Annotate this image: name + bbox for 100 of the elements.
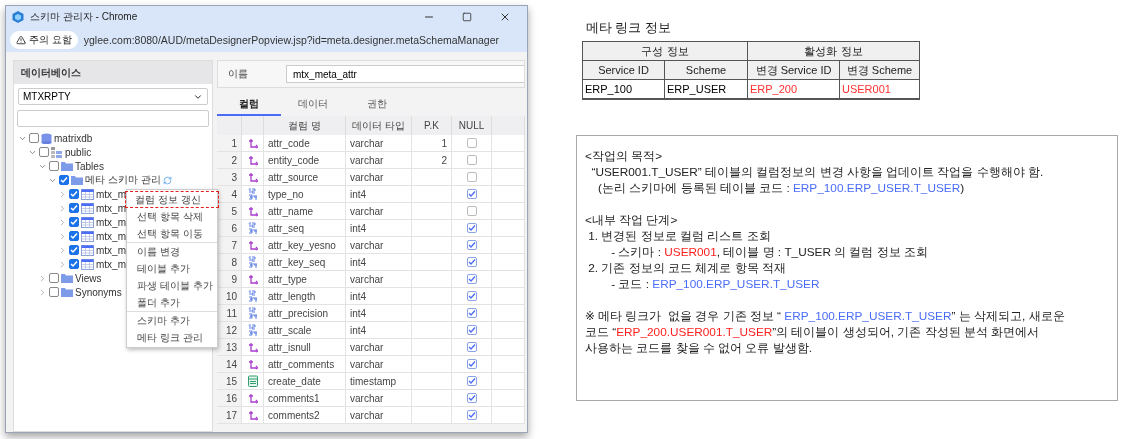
null-checkbox[interactable] [466, 376, 477, 386]
tree-checkbox[interactable] [39, 147, 49, 157]
menu-item[interactable]: 폴더 추가 [127, 294, 217, 311]
menu-item[interactable]: 메타 링크 관리 [127, 329, 217, 346]
null-checkbox[interactable] [466, 308, 477, 318]
tree-item-label[interactable]: matrixdb [54, 132, 93, 144]
tree-item-label[interactable]: mtx_m [96, 188, 126, 200]
tree-checkbox[interactable] [69, 189, 79, 199]
note-line: <작업의 목적> [585, 148, 664, 164]
tree-item-label[interactable]: mtx_m [96, 230, 126, 242]
table-cell: int4 [346, 254, 412, 271]
row-number: 7 [217, 237, 242, 254]
column-header[interactable]: 컬럼 명 [264, 116, 346, 135]
row-number: 1 [217, 135, 242, 152]
tree-item-label[interactable]: Synonyms [75, 286, 122, 298]
menu-item[interactable]: 선택 항목 이동 [127, 225, 217, 242]
table-cell: attr_precision [264, 305, 346, 322]
tree-item-label[interactable]: Views [75, 272, 102, 284]
collapse-chevron-icon[interactable] [58, 189, 67, 199]
collapse-chevron-icon[interactable] [58, 203, 67, 213]
collapse-chevron-icon[interactable] [58, 217, 67, 227]
null-checkbox[interactable] [466, 410, 477, 420]
database-select[interactable]: MTXRPTY [18, 88, 208, 105]
tree-item-label[interactable]: 메타 스키마 관리 [85, 173, 161, 187]
menu-item[interactable]: 파생 테이블 추가 [127, 277, 217, 294]
table-cell: timestamp [346, 373, 412, 390]
null-checkbox[interactable] [466, 359, 477, 369]
null-checkbox[interactable] [466, 257, 477, 267]
row-number: 16 [217, 390, 242, 407]
tree-item-label[interactable]: mtx_m [96, 216, 126, 228]
note-line: <내부 작업 단계> [585, 212, 679, 228]
tree-item-label[interactable]: public [65, 146, 92, 158]
tab[interactable]: 권한 [345, 94, 409, 116]
column-header[interactable]: 데이터 타입 [346, 116, 412, 135]
menu-item[interactable]: 이름 변경 [127, 243, 217, 260]
tree-checkbox[interactable] [49, 161, 59, 171]
note-line: 1. 변경된 정보로 컬럼 리스트 조회 [587, 228, 772, 244]
refresh-icon[interactable] [162, 175, 172, 185]
table-icon [81, 188, 94, 200]
collapse-chevron-icon[interactable] [38, 287, 47, 297]
menu-item[interactable]: 테이블 추가 [127, 260, 217, 277]
tree-checkbox[interactable] [59, 175, 69, 185]
string-type-icon [247, 358, 258, 370]
folder-icon [71, 175, 83, 185]
tree-item-label[interactable]: mtx_m [96, 258, 126, 270]
row-number: 3 [217, 169, 242, 186]
column-header[interactable]: P.K [412, 116, 452, 135]
null-checkbox[interactable] [466, 138, 477, 148]
tree-checkbox[interactable] [69, 203, 79, 213]
tree-checkbox[interactable] [69, 259, 79, 269]
table-cell: 1 [412, 135, 452, 152]
null-checkbox[interactable] [466, 223, 477, 233]
null-checkbox[interactable] [466, 189, 477, 199]
search-field[interactable] [17, 110, 209, 127]
table-cell: int4 [346, 220, 412, 237]
group-header: 구성 정보 [583, 42, 748, 61]
name-field[interactable]: mtx_meta_attr [286, 65, 524, 83]
tree-checkbox[interactable] [49, 273, 59, 283]
number-type-icon [247, 290, 258, 302]
group-header: 활성화 정보 [748, 42, 920, 61]
table-cell: varchar [346, 390, 412, 407]
null-checkbox[interactable] [466, 240, 477, 250]
tree-item-label[interactable]: mtx_m [96, 202, 126, 214]
table-cell: entity_code [264, 152, 346, 169]
tree-checkbox[interactable] [29, 133, 39, 143]
tree-item-label[interactable]: Tables [75, 160, 104, 172]
table-cell: varchar [346, 271, 412, 288]
tree-checkbox[interactable] [69, 245, 79, 255]
tree-checkbox[interactable] [69, 231, 79, 241]
null-checkbox[interactable] [466, 206, 477, 216]
table-cell: varchar [346, 356, 412, 373]
collapse-chevron-icon[interactable] [58, 231, 67, 241]
collapse-chevron-icon[interactable] [38, 273, 47, 283]
table-cell: attr_seq [264, 220, 346, 237]
url-text[interactable]: yglee.com:8080/AUD/metaDesignerPopview.jsp?id=meta.designer.metaSchemaManager [83, 34, 500, 46]
tree-item-label[interactable]: mtx_m [96, 244, 126, 256]
menu-item[interactable]: 선택 항목 삭제 [127, 208, 217, 225]
note-line: - 코드 : ERP_100.ERP_USER.T_USER [610, 276, 821, 292]
null-checkbox[interactable] [466, 172, 477, 182]
collapse-chevron-icon[interactable] [58, 259, 67, 269]
null-checkbox[interactable] [466, 393, 477, 403]
table-cell: type_no [264, 186, 346, 203]
collapse-chevron-icon[interactable] [58, 245, 67, 255]
row-number: 13 [217, 339, 242, 356]
note-line: ※ 메타 링크가 없을 경우 기존 정보 “ ERP_100.ERP_USER.T_USER” 는 삭제되고, 새로운 [585, 308, 1066, 324]
string-type-icon [247, 239, 258, 251]
table-cell: attr_name [264, 203, 346, 220]
null-checkbox[interactable] [466, 155, 477, 165]
tree-checkbox[interactable] [49, 287, 59, 297]
menu-item[interactable]: 스키마 추가 [127, 312, 217, 329]
null-checkbox[interactable] [466, 325, 477, 335]
tree-checkbox[interactable] [69, 217, 79, 227]
null-checkbox[interactable] [466, 291, 477, 301]
column-header[interactable]: NULL [452, 116, 492, 135]
security-badge[interactable]: 주의 요함 [10, 31, 78, 49]
section-title: 메타 링크 정보 [586, 20, 672, 37]
tab[interactable]: 데이터 [281, 94, 345, 116]
null-checkbox[interactable] [466, 274, 477, 284]
table-cell: int4 [346, 305, 412, 322]
null-checkbox[interactable] [466, 342, 477, 352]
